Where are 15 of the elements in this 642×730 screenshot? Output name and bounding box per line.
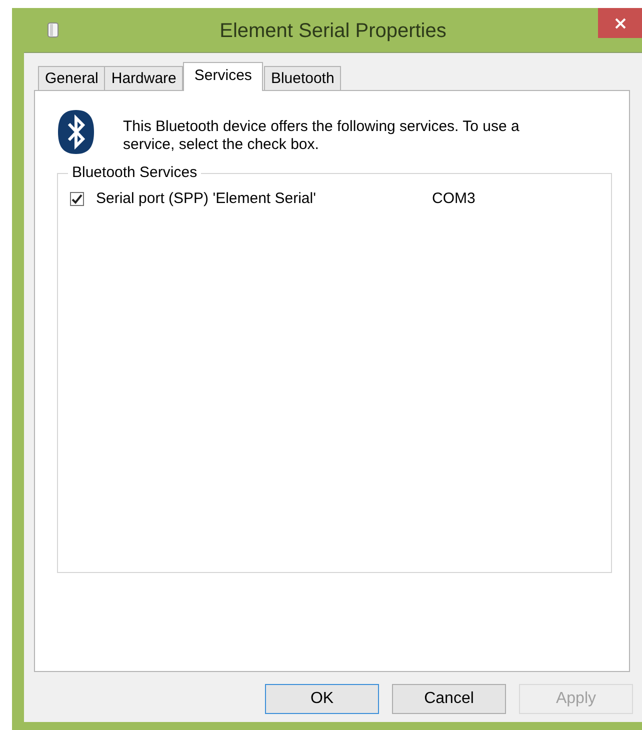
description-text: This Bluetooth device offers the following services. To use a service, select the check box. bbox=[123, 118, 520, 154]
dialog-button[interactable]: Cancel bbox=[392, 684, 506, 714]
checkbox[interactable] bbox=[70, 192, 84, 206]
tab[interactable]: Hardware bbox=[104, 66, 184, 90]
window-title: Element Serial Properties bbox=[220, 20, 446, 42]
tab[interactable]: Services bbox=[183, 62, 263, 91]
tab[interactable]: Bluetooth bbox=[264, 66, 342, 90]
close-button[interactable] bbox=[598, 8, 642, 38]
close-icon bbox=[614, 16, 626, 30]
port-label: COM3 bbox=[432, 190, 476, 207]
tab[interactable]: General bbox=[38, 66, 106, 90]
device-icon bbox=[47, 22, 59, 38]
dialog-button[interactable]: OK bbox=[265, 684, 379, 714]
bluetooth-icon bbox=[57, 109, 95, 155]
service-name: Serial port (SPP) 'Element Serial' bbox=[96, 190, 317, 207]
